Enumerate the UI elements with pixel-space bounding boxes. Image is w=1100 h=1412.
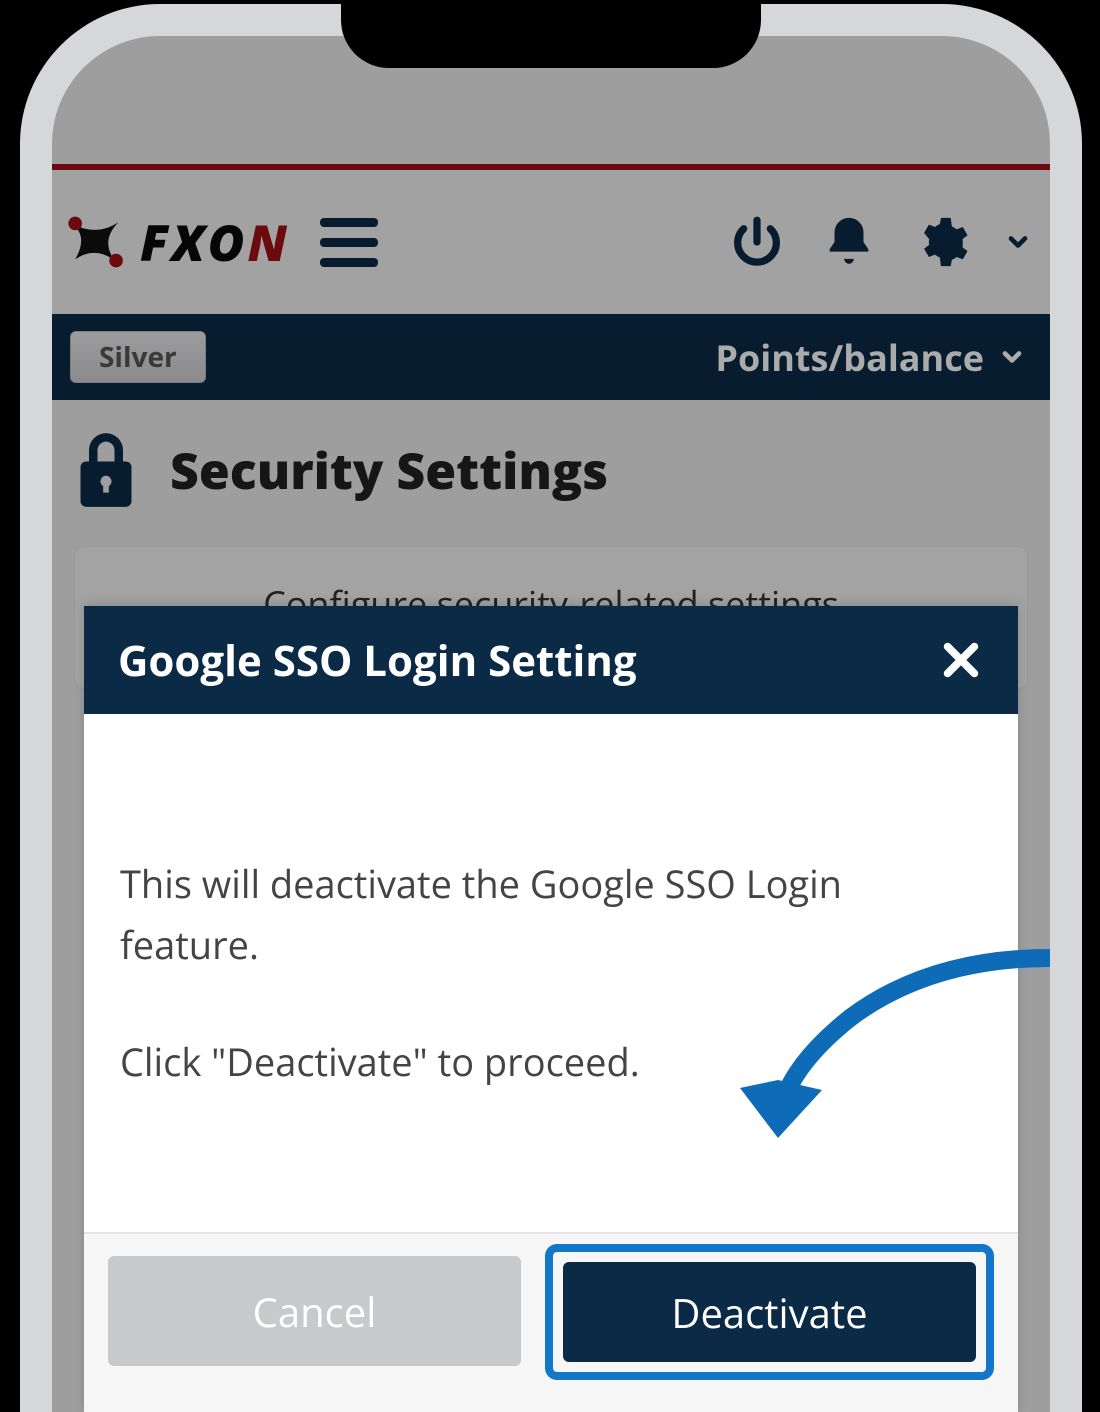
- modal-body: This will deactivate the Google SSO Logi…: [84, 714, 1018, 1232]
- deactivate-highlight: Deactivate: [545, 1244, 994, 1380]
- screen: FXON Silv: [52, 36, 1050, 1412]
- modal-text-2: Click "Deactivate" to proceed.: [120, 1032, 982, 1093]
- close-icon[interactable]: [938, 637, 984, 683]
- cancel-button[interactable]: Cancel: [108, 1256, 521, 1366]
- modal-text-1: This will deactivate the Google SSO Logi…: [120, 854, 982, 976]
- phone-frame: FXON Silv: [20, 4, 1082, 1412]
- modal-title: Google SSO Login Setting: [118, 632, 637, 689]
- deactivate-button[interactable]: Deactivate: [563, 1262, 976, 1362]
- modal-footer: Cancel Deactivate: [84, 1232, 1018, 1412]
- phone-notch: [341, 4, 761, 68]
- sso-modal: Google SSO Login Setting This will deact…: [84, 606, 1018, 1412]
- cancel-button-label: Cancel: [253, 1284, 377, 1339]
- deactivate-button-label: Deactivate: [671, 1285, 867, 1340]
- modal-header: Google SSO Login Setting: [84, 606, 1018, 714]
